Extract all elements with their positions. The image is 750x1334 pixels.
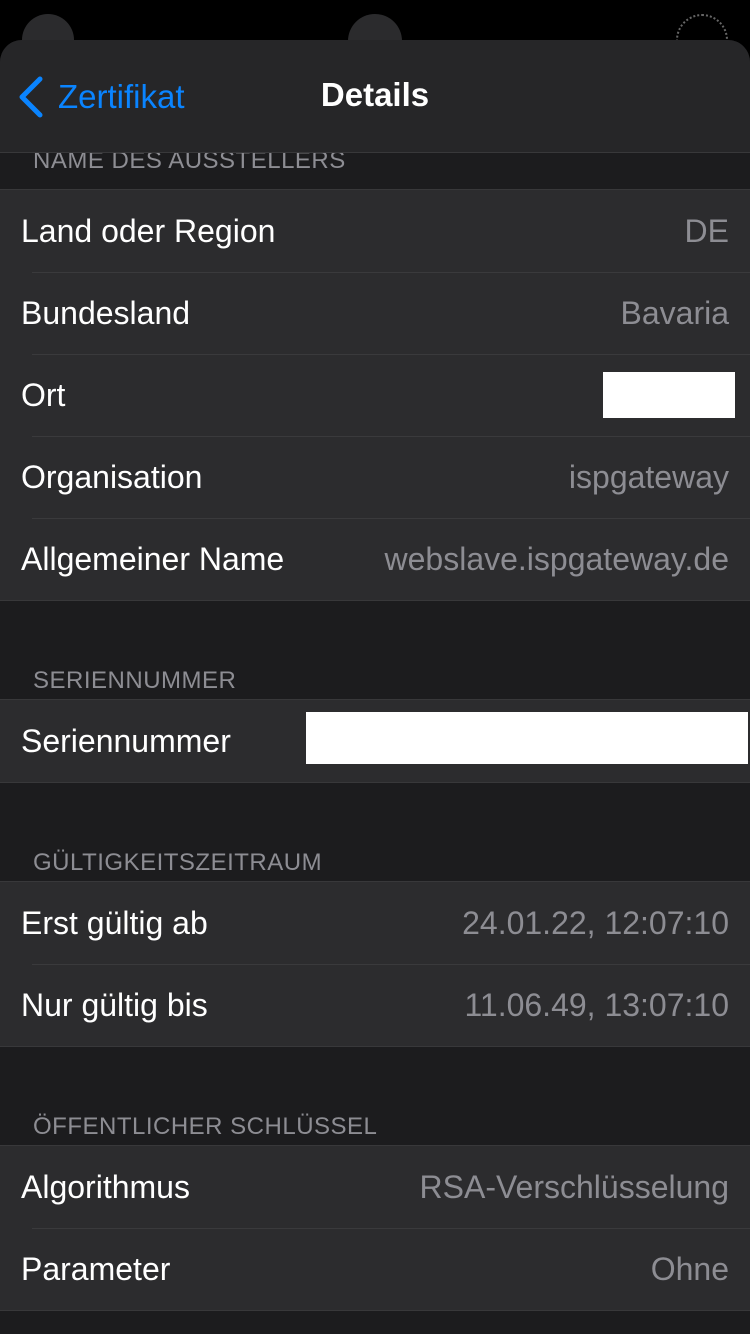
section-header-issuer: NAME DES AUSSTELLERS [0, 153, 750, 189]
serial-group: Seriennummer [0, 699, 750, 783]
row-organization: Organisation ispgateway [0, 436, 750, 518]
row-label: Erst gültig ab [21, 904, 208, 941]
status-bar [0, 0, 750, 68]
row-label: Land oder Region [21, 212, 276, 249]
row-common-name: Allgemeiner Name webslave.ispgateway.de [0, 518, 750, 600]
row-valid-from: Erst gültig ab 24.01.22, 12:07:10 [0, 882, 750, 964]
section-gap [0, 783, 750, 845]
navigation-bar: Zertifikat Details [0, 40, 750, 153]
row-label: Parameter [21, 1250, 171, 1287]
details-list: NAME DES AUSSTELLERS Land oder Region DE… [0, 153, 750, 1311]
redacted-value [306, 712, 748, 764]
section-header-public-key: ÖFFENTLICHER SCHLÜSSEL [0, 1109, 750, 1145]
row-parameters: Parameter Ohne [0, 1228, 750, 1310]
row-value: ispgateway [568, 458, 729, 495]
row-value: DE [684, 212, 729, 249]
row-valid-until: Nur gültig bis 11.06.49, 13:07:10 [0, 964, 750, 1046]
row-value: Ohne [650, 1250, 729, 1287]
row-label: Nur gültig bis [21, 986, 208, 1023]
page-title: Details [320, 76, 430, 113]
validity-group: Erst gültig ab 24.01.22, 12:07:10 Nur gü… [0, 881, 750, 1047]
section-header-serial: SERIENNUMMER [0, 663, 750, 699]
row-label: Seriennummer [21, 722, 231, 759]
row-value: Bavaria [620, 294, 730, 331]
row-value: RSA-Verschlüsselung [419, 1168, 729, 1205]
section-header-validity: GÜLTIGKEITSZEITRAUM [0, 845, 750, 881]
row-locality: Ort [0, 354, 750, 436]
row-label: Organisation [21, 458, 203, 495]
row-label: Bundesland [21, 294, 191, 331]
redacted-value [603, 372, 735, 418]
row-label: Allgemeiner Name [21, 540, 285, 577]
section-gap [0, 1047, 750, 1109]
issuer-group: Land oder Region DE Bundesland Bavaria O… [0, 189, 750, 601]
details-sheet: Zertifikat Details NAME DES AUSSTELLERS … [0, 40, 750, 1334]
row-serial-number: Seriennummer [0, 700, 750, 782]
row-algorithm: Algorithmus RSA-Verschlüsselung [0, 1146, 750, 1228]
section-gap [0, 601, 750, 663]
row-country: Land oder Region DE [0, 190, 750, 272]
row-label: Algorithmus [21, 1168, 190, 1205]
row-value: 24.01.22, 12:07:10 [462, 904, 729, 941]
row-state: Bundesland Bavaria [0, 272, 750, 354]
public-key-group: Algorithmus RSA-Verschlüsselung Paramete… [0, 1145, 750, 1311]
row-label: Ort [21, 376, 66, 413]
row-value: 11.06.49, 13:07:10 [464, 986, 729, 1023]
row-value: webslave.ispgateway.de [384, 540, 730, 577]
